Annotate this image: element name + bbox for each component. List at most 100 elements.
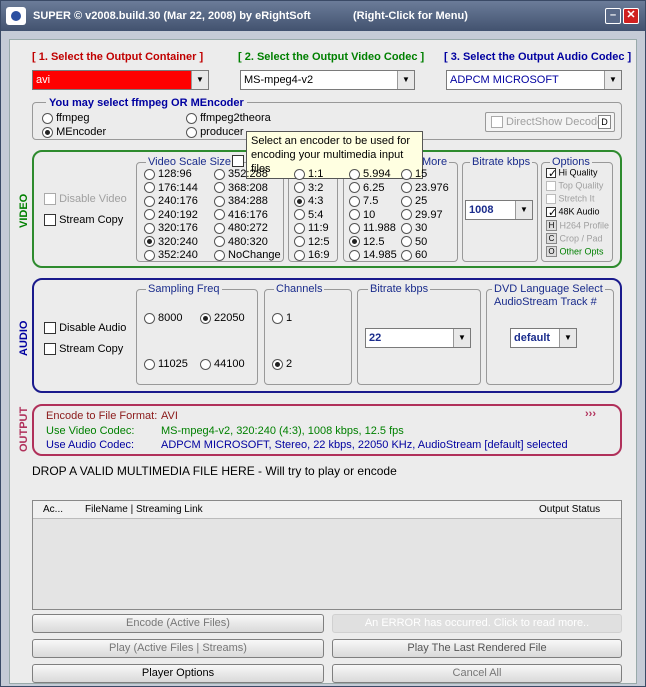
file-list[interactable]: Ac... FileName | Streaming Link Output S… <box>32 500 622 610</box>
freq-option-11025[interactable]: 11025 <box>144 358 188 370</box>
encoder-producer[interactable]: producer <box>186 126 243 138</box>
scale-option-176-144[interactable]: 176:144 <box>144 182 198 194</box>
radio-icon <box>200 358 211 370</box>
fps-option-11-988[interactable]: 11.988 <box>349 222 396 234</box>
option-other-opts-button[interactable]: O Other Opts <box>546 246 604 258</box>
freq-option-44100[interactable]: 44100 <box>200 358 245 370</box>
option-top-quality[interactable]: Top Quality <box>546 180 603 191</box>
fps-option-14-985[interactable]: 14.985 <box>349 249 397 261</box>
radio-icon <box>214 236 225 248</box>
audio-stream-copy-checkbox[interactable]: Stream Copy <box>44 343 123 356</box>
scale-option-352-240[interactable]: 352:240 <box>144 249 198 261</box>
aspect-option-12-5[interactable]: 12:5 <box>294 236 329 248</box>
column-output-status[interactable]: Output Status <box>539 504 600 515</box>
cancel-all-button[interactable]: Cancel All <box>332 664 622 683</box>
option-stretch-it[interactable]: Stretch It <box>546 193 595 204</box>
minimize-button[interactable]: – <box>605 8 621 24</box>
fps-option-23-976[interactable]: 23.976 <box>401 182 449 194</box>
chevron-down-icon: ▼ <box>191 71 208 89</box>
audio-codec-summary-label: Use Audio Codec: <box>46 439 135 451</box>
close-button[interactable]: ✕ <box>623 8 639 24</box>
expand-arrows-icon[interactable]: ››› <box>585 408 596 420</box>
scale-option-240-176[interactable]: 240:176 <box>144 195 198 207</box>
app-logo-icon <box>6 7 26 25</box>
audio-codec-value: ADPCM MICROSOFT <box>450 74 559 86</box>
encoder-mencoder[interactable]: MEncoder <box>42 126 106 138</box>
fps-option-6-25[interactable]: 6.25 <box>349 182 384 194</box>
aspect-option-4-3[interactable]: 4:3 <box>294 195 323 207</box>
fps-option-29-97[interactable]: 29.97 <box>401 209 443 221</box>
video-stream-copy-checkbox[interactable]: Stream Copy <box>44 214 123 227</box>
option-h264-profile-button[interactable]: H H264 Profile <box>546 220 609 232</box>
scale-option-320-176[interactable]: 320:176 <box>144 222 198 234</box>
radio-icon <box>401 222 412 234</box>
fps-option-12-5[interactable]: 12.5 <box>349 236 384 248</box>
checkbox-icon[interactable] <box>232 155 244 168</box>
audio-codec-select[interactable]: ADPCM MICROSOFT ▼ <box>446 70 622 90</box>
scale-option-416-176[interactable]: 416:176 <box>214 209 268 221</box>
scale-option-128-96[interactable]: 128:96 <box>144 168 192 180</box>
fps-option-10[interactable]: 10 <box>349 209 375 221</box>
option-hi-quality[interactable]: Hi Quality <box>546 167 598 180</box>
checkbox-icon <box>546 180 556 191</box>
checkbox-icon <box>546 167 557 180</box>
error-message-button[interactable]: An ERROR has occurred. Click to read mor… <box>332 614 622 633</box>
radio-icon <box>42 126 53 138</box>
radio-icon <box>144 222 155 234</box>
title-bar[interactable]: SUPER © v2008.build.30 (Mar 22, 2008) by… <box>1 1 645 31</box>
aspect-option-16-9[interactable]: 16:9 <box>294 249 329 261</box>
channel-option-1[interactable]: 1 <box>272 312 292 324</box>
radio-icon <box>214 249 225 261</box>
encoder-ffmpeg2theora[interactable]: ffmpeg2theora <box>186 112 271 124</box>
scale-option-240-192[interactable]: 240:192 <box>144 209 198 221</box>
radio-icon <box>42 112 53 124</box>
scale-option-480-272[interactable]: 480:272 <box>214 222 268 234</box>
radio-icon <box>401 182 412 194</box>
player-options-button[interactable]: Player Options <box>32 664 324 683</box>
video-section-label: VIDEO <box>18 193 30 228</box>
fps-option-30[interactable]: 30 <box>401 222 427 234</box>
scale-option-352-288[interactable]: 352:288 <box>214 168 268 180</box>
column-action[interactable]: Ac... <box>43 504 63 515</box>
channel-option-2[interactable]: 2 <box>272 358 292 370</box>
fps-option-50[interactable]: 50 <box>401 236 427 248</box>
scale-option-320-240[interactable]: 320:240 <box>144 236 198 248</box>
scale-option-480-320[interactable]: 480:320 <box>214 236 268 248</box>
fps-option-5-994[interactable]: 5.994 <box>349 168 391 180</box>
fps-option-60[interactable]: 60 <box>401 249 427 261</box>
video-codec-select[interactable]: MS-mpeg4-v2 ▼ <box>240 70 415 90</box>
scale-option-nochange[interactable]: NoChange <box>214 249 281 261</box>
aspect-option-1-1[interactable]: 1:1 <box>294 168 323 180</box>
freq-option-8000[interactable]: 8000 <box>144 312 183 324</box>
scale-option-368-208[interactable]: 368:208 <box>214 182 268 194</box>
play-last-rendered-button[interactable]: Play The Last Rendered File <box>332 639 622 658</box>
fps-option-15[interactable]: 15 <box>401 168 427 180</box>
directshow-decode-toggle[interactable]: DirectShow Decode D <box>485 112 615 132</box>
radio-icon <box>186 126 197 138</box>
video-bitrate-select[interactable]: 1008 ▼ <box>465 200 533 220</box>
encode-button[interactable]: Encode (Active Files) <box>32 614 324 633</box>
audio-codec-summary: ADPCM MICROSOFT, Stereo, 22 kbps, 22050 … <box>161 439 568 451</box>
container-select[interactable]: avi ▼ <box>32 70 209 90</box>
aspect-option-5-4[interactable]: 5:4 <box>294 209 323 221</box>
play-button[interactable]: Play (Active Files | Streams) <box>32 639 324 658</box>
encoder-ffmpeg[interactable]: ffmpeg <box>42 112 90 124</box>
disable-audio-checkbox[interactable]: Disable Audio <box>44 322 126 335</box>
dvd-track-select[interactable]: default ▼ <box>510 328 577 348</box>
option-crop-pad-button[interactable]: C Crop / Pad <box>546 233 603 245</box>
checkbox-icon <box>44 343 56 356</box>
disable-video-checkbox[interactable]: Disable Video <box>44 193 127 206</box>
main-panel: [ 1. Select the Output Container ] avi ▼… <box>9 39 637 684</box>
channels-group <box>264 289 352 385</box>
checkbox-icon <box>546 206 557 219</box>
option-48k-audio[interactable]: 48K Audio <box>546 206 600 219</box>
scale-option-384-288[interactable]: 384:288 <box>214 195 268 207</box>
audio-bitrate-select[interactable]: 22 ▼ <box>365 328 471 348</box>
radio-icon <box>144 168 155 180</box>
column-filename[interactable]: FileName | Streaming Link <box>85 504 203 515</box>
aspect-option-11-9[interactable]: 11:9 <box>294 222 329 234</box>
aspect-option-3-2[interactable]: 3:2 <box>294 182 323 194</box>
freq-option-22050[interactable]: 22050 <box>200 312 245 324</box>
fps-option-25[interactable]: 25 <box>401 195 427 207</box>
fps-option-7-5[interactable]: 7.5 <box>349 195 378 207</box>
